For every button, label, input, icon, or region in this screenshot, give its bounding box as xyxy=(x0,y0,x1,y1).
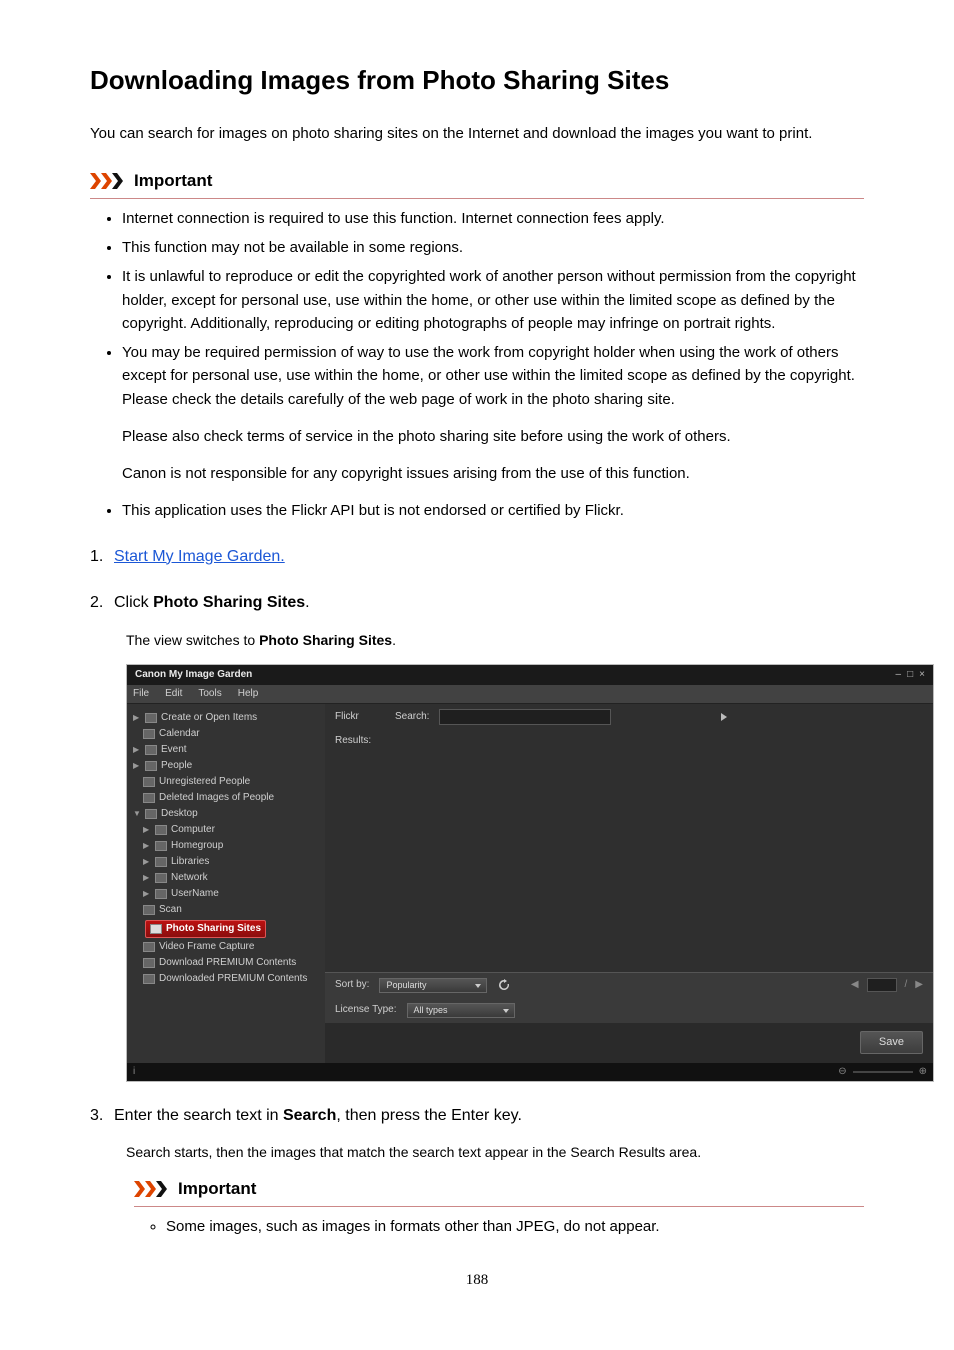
step-2: Click Photo Sharing Sites. The view swit… xyxy=(90,591,864,1081)
step-1: Start My Image Garden. xyxy=(90,545,864,570)
menu-edit[interactable]: Edit xyxy=(165,688,182,700)
step3-prefix: Enter the search text in xyxy=(114,1107,283,1124)
sidebar-item-computer[interactable]: ▶Computer xyxy=(131,822,321,838)
app-sidebar: ▶Create or Open Items Calendar ▶Event ▶P… xyxy=(127,704,325,1063)
step2-prefix: Click xyxy=(114,594,153,611)
pager-prev-icon[interactable]: ◀ xyxy=(851,979,859,991)
sidebar-item-download-premium[interactable]: Download PREMIUM Contents xyxy=(131,955,321,971)
sidebar-item-homegroup[interactable]: ▶Homegroup xyxy=(131,838,321,854)
sidebar-item-libraries[interactable]: ▶Libraries xyxy=(131,854,321,870)
step2-sub-bold: Photo Sharing Sites xyxy=(259,632,392,648)
sidebar-item-photo-sharing-sites[interactable]: Photo Sharing Sites xyxy=(145,920,266,938)
results-label: Results: xyxy=(335,735,385,747)
sidebar-item-deleted[interactable]: Deleted Images of People xyxy=(131,790,321,806)
step3-bold: Search xyxy=(283,1107,336,1124)
sidebar-item-network[interactable]: ▶Network xyxy=(131,870,321,886)
app-menubar: File Edit Tools Help xyxy=(127,685,933,704)
chevrons-icon xyxy=(134,1181,168,1197)
step2-suffix: . xyxy=(305,594,309,611)
sidebar-item-calendar[interactable]: Calendar xyxy=(131,726,321,742)
app-mainpane: Flickr Search: Results: Sort by: Popular… xyxy=(325,704,933,1063)
menu-tools[interactable]: Tools xyxy=(198,688,221,700)
menu-help[interactable]: Help xyxy=(238,688,259,700)
window-maximize-icon[interactable]: □ xyxy=(907,669,913,681)
nested-important-list: Some images, such as images in formats o… xyxy=(114,1215,864,1238)
pager-current-input[interactable] xyxy=(867,978,897,992)
sortby-select[interactable]: Popularity xyxy=(379,978,487,993)
sidebar-item-people[interactable]: ▶People xyxy=(131,758,321,774)
important-item-text: You may be required permission of way to… xyxy=(122,344,855,408)
license-select[interactable]: All types xyxy=(407,1003,515,1018)
page-number: 188 xyxy=(90,1269,864,1292)
sidebar-item-scan[interactable]: Scan xyxy=(131,902,321,918)
app-title: Canon My Image Garden xyxy=(135,669,252,681)
pager-next-icon[interactable]: ▶ xyxy=(915,979,923,991)
sidebar-item-video-frame-capture[interactable]: Video Frame Capture xyxy=(131,939,321,955)
sidebar-item-downloaded-premium[interactable]: Downloaded PREMIUM Contents xyxy=(131,971,321,987)
step2-sub-suffix: . xyxy=(392,632,396,648)
important-subnote: Canon is not responsible for any copyrig… xyxy=(122,462,864,485)
step2-bold: Photo Sharing Sites xyxy=(153,594,305,611)
step2-sub-prefix: The view switches to xyxy=(126,632,259,648)
pager-sep: / xyxy=(905,979,908,991)
start-link[interactable]: Start My Image Garden. xyxy=(114,548,285,565)
chevrons-icon xyxy=(90,173,124,189)
status-info-icon: i xyxy=(133,1066,135,1078)
window-close-icon[interactable]: × xyxy=(919,669,925,681)
save-button[interactable]: Save xyxy=(860,1031,923,1054)
important-banner: Important xyxy=(90,168,864,199)
sidebar-item-desktop[interactable]: ▼Desktop xyxy=(131,806,321,822)
pager: ◀ / ▶ xyxy=(851,978,923,992)
sidebar-item-event[interactable]: ▶Event xyxy=(131,742,321,758)
zoom-out-icon[interactable]: ⊖ xyxy=(838,1066,846,1078)
important-item: Internet connection is required to use t… xyxy=(122,207,864,230)
results-area xyxy=(325,752,933,972)
step3-suffix: , then press the Enter key. xyxy=(336,1107,522,1124)
sidebar-item-username[interactable]: ▶UserName xyxy=(131,886,321,902)
license-label: License Type: xyxy=(335,1004,397,1016)
sidebar-item-create[interactable]: ▶Create or Open Items xyxy=(131,710,321,726)
nested-important-banner: Important xyxy=(134,1176,864,1207)
search-input[interactable] xyxy=(439,709,611,725)
intro-paragraph: You can search for images on photo shari… xyxy=(90,122,864,145)
refresh-icon[interactable] xyxy=(497,978,511,992)
app-titlebar: Canon My Image Garden – □ × xyxy=(127,665,933,685)
search-go-icon[interactable] xyxy=(721,713,727,721)
important-item: It is unlawful to reproduce or edit the … xyxy=(122,265,864,335)
step-3: Enter the search text in Search, then pr… xyxy=(90,1104,864,1239)
important-item: This application uses the Flickr API but… xyxy=(122,499,864,522)
app-screenshot: Canon My Image Garden – □ × File Edit To… xyxy=(126,664,934,1082)
sidebar-item-unregistered[interactable]: Unregistered People xyxy=(131,774,321,790)
menu-file[interactable]: File xyxy=(133,688,149,700)
nested-important-item: Some images, such as images in formats o… xyxy=(166,1215,864,1238)
app-statusbar: i ⊖ ⊕ xyxy=(127,1063,933,1081)
important-label: Important xyxy=(134,168,212,194)
important-subnote: Please also check terms of service in th… xyxy=(122,425,864,448)
sortby-label: Sort by: xyxy=(335,979,369,991)
window-minimize-icon[interactable]: – xyxy=(896,669,902,681)
zoom-in-icon[interactable]: ⊕ xyxy=(919,1066,927,1078)
page-title: Downloading Images from Photo Sharing Si… xyxy=(90,60,864,100)
important-item: You may be required permission of way to… xyxy=(122,341,864,485)
service-label: Flickr xyxy=(335,711,385,723)
step3-sub: Search starts, then the images that matc… xyxy=(126,1142,864,1164)
important-label: Important xyxy=(178,1176,256,1202)
important-list: Internet connection is required to use t… xyxy=(90,207,864,523)
search-label: Search: xyxy=(395,711,429,723)
important-item: This function may not be available in so… xyxy=(122,236,864,259)
zoom-slider[interactable] xyxy=(853,1071,913,1073)
